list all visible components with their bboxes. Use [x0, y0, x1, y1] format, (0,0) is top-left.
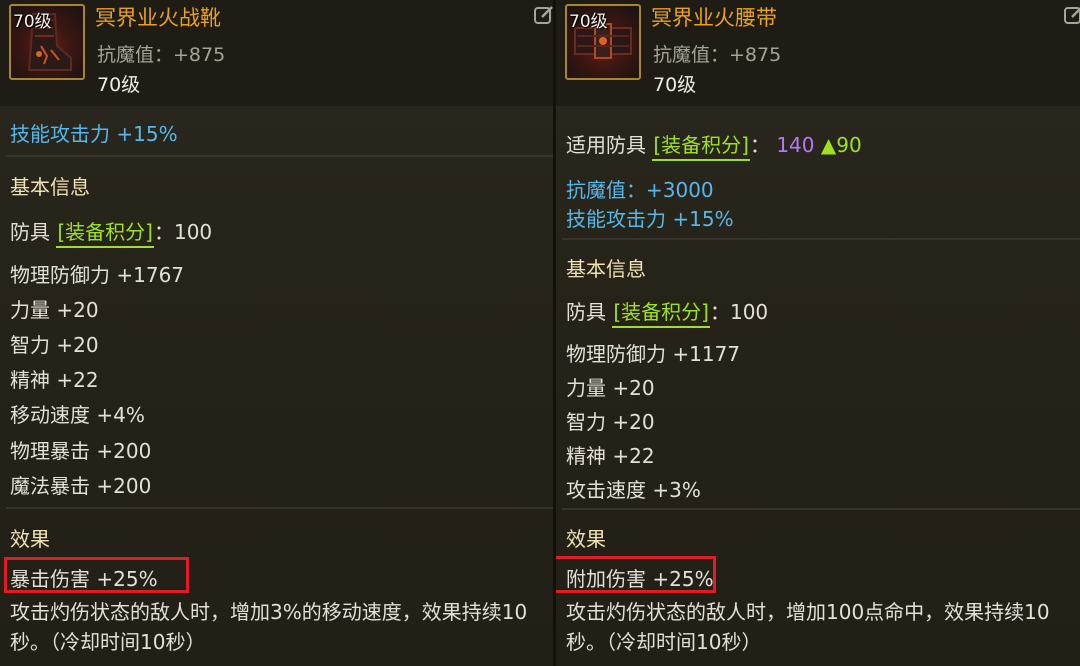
stat-line: 物理暴击 +200 — [10, 439, 152, 463]
section-divider — [562, 238, 1080, 240]
icon-level-badge: 70级 — [13, 12, 52, 32]
effect-highlight-text: 暴击伤害 +25% — [10, 567, 158, 591]
edit-icon[interactable] — [533, 4, 553, 26]
skill-attack-bonus: 技能攻击力 +15% — [10, 122, 178, 146]
effect-description: 攻击灼伤状态的敌人时，增加100点命中，效果持续10秒。（冷却时间10秒） — [566, 600, 1050, 654]
stat-line: 攻击速度 +3% — [566, 478, 701, 502]
effect-heading: 效果 — [10, 527, 50, 551]
stat-line: 智力 +20 — [566, 410, 655, 434]
tooltip-header: 70级 冥界业火腰带 抗魔值：+875 70级 — [556, 0, 1080, 106]
stat-line: 魔法暴击 +200 — [10, 474, 152, 498]
equipment-score-tag[interactable]: [装备积分] — [56, 221, 154, 248]
item-level: 70级 — [97, 74, 141, 96]
item-name: 冥界业火战靴 — [95, 6, 221, 30]
armor-score-value: ：100 — [153, 220, 213, 244]
stat-line: 力量 +20 — [566, 376, 655, 400]
tooltip-header: 70级 冥界业火战靴 抗魔值：+875 70级 — [0, 0, 553, 106]
equipment-score-tag[interactable]: [装备积分] — [652, 134, 750, 161]
armor-score-row: 防具 [装备积分]：100 — [10, 216, 212, 248]
magic-resist-bonus: 抗魔值：+3000 — [566, 178, 714, 202]
skill-attack-bonus: 技能攻击力 +15% — [566, 207, 734, 231]
equipment-score-tag[interactable]: [装备积分] — [612, 301, 710, 328]
icon-level-badge: 70级 — [569, 12, 608, 32]
item-tooltip-belt: 70级 冥界业火腰带 抗魔值：+875 70级 适用防具 [装备积分]： 140… — [556, 0, 1080, 666]
stat-line: 物理防御力 +1177 — [566, 342, 741, 366]
section-divider — [6, 507, 553, 509]
score-increase: ▲90 — [820, 133, 862, 157]
item-tooltip-boots: 70级 冥界业火战靴 抗魔值：+875 70级 技能攻击力 +15% 基本信息 … — [0, 0, 553, 666]
basic-info-heading: 基本信息 — [10, 175, 90, 199]
armor-score-value: ：100 — [709, 300, 769, 324]
armor-score-row: 防具 [装备积分]：100 — [566, 296, 768, 328]
stat-line: 精神 +22 — [566, 444, 655, 468]
section-divider — [562, 508, 1080, 510]
boots-item-icon[interactable]: 70级 — [9, 4, 85, 80]
applicable-armor-label: 适用防具 — [566, 133, 646, 157]
effect-description: 攻击灼伤状态的敌人时，增加3%的移动速度，效果持续10秒。（冷却时间10秒） — [10, 600, 528, 654]
item-level: 70级 — [653, 74, 697, 96]
effect-heading: 效果 — [566, 527, 606, 551]
stat-line: 物理防御力 +1767 — [10, 263, 185, 287]
section-divider — [6, 155, 553, 157]
applicable-armor-row: 适用防具 [装备积分]： 140 ▲90 — [566, 129, 862, 161]
stat-line: 力量 +20 — [10, 298, 99, 322]
armor-label: 防具 — [10, 220, 50, 244]
item-name: 冥界业火腰带 — [651, 6, 777, 30]
stat-line: 智力 +20 — [10, 333, 99, 357]
magic-resist-base: 抗魔值：+875 — [653, 44, 782, 66]
applicable-score-value: 140 — [776, 133, 815, 157]
belt-item-icon[interactable]: 70级 — [565, 4, 641, 80]
effect-highlight-text: 附加伤害 +25% — [566, 567, 714, 591]
armor-label: 防具 — [566, 300, 606, 324]
magic-resist-base: 抗魔值：+875 — [97, 44, 226, 66]
stat-line: 移动速度 +4% — [10, 403, 145, 427]
basic-info-heading: 基本信息 — [566, 257, 646, 281]
applicable-colon: ： — [749, 133, 770, 157]
edit-icon[interactable] — [1063, 4, 1080, 26]
stat-line: 精神 +22 — [10, 368, 99, 392]
